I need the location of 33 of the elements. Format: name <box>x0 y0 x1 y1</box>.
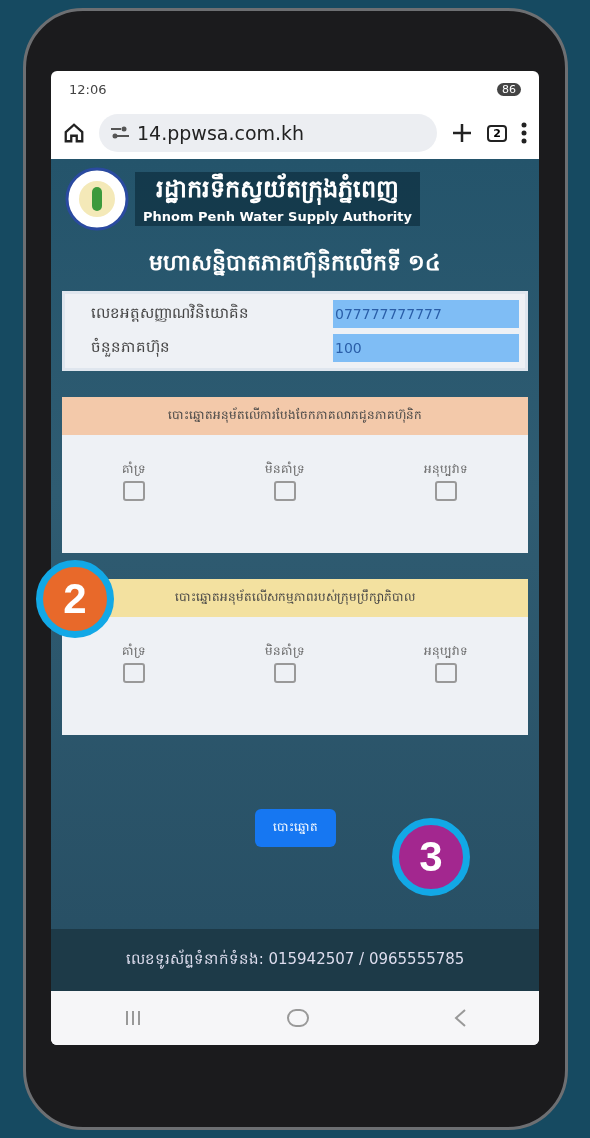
contact-footer: លេខទូរស័ព្ទទំនាក់ទំនង: 015942507 / 0965555785 <box>51 929 539 991</box>
address-bar[interactable]: 14.ppwsa.com.kh <box>99 114 438 152</box>
option-label: គាំទ្រ <box>121 461 146 478</box>
logo-icon <box>65 167 129 231</box>
option-label: អនុប្បវាទ <box>424 461 469 479</box>
status-time: 12:06 <box>69 81 107 97</box>
checkbox[interactable] <box>122 481 145 501</box>
input-field[interactable]: 077777777777 <box>333 300 519 328</box>
option-label: មិនគាំទ្រ <box>265 643 305 660</box>
vote-button[interactable]: បោះឆ្នោត <box>254 809 336 847</box>
input-field[interactable]: 100 <box>333 334 519 362</box>
organization-name-english: Phnom Penh Water Supply Authority <box>143 209 412 224</box>
page-title: មហាសន្និបាតភាគហ៊ុនិកលើកទី ១៤ <box>148 249 442 281</box>
option-label: អនុប្បវាទ <box>424 643 469 661</box>
checkbox[interactable] <box>435 663 458 683</box>
field-label: ចំនួនភាគហ៊ុន <box>90 337 171 359</box>
vote-question: បោះឆ្នោតអនុម័តលើការបែងចែកភាគលាភជូនភាគហ៊ុនិក <box>62 397 528 435</box>
more-menu-icon[interactable] <box>521 122 527 144</box>
recent-apps-icon[interactable] <box>123 1010 142 1026</box>
organization-name-khmer: រដ្ឋាករទឹកស្វយ័តក្រុងភ្នំពេញ <box>156 174 399 207</box>
option-label: មិនគាំទ្រ <box>265 461 305 478</box>
checkbox[interactable] <box>274 663 296 683</box>
field-label: លេខអត្តសញ្ញាណវិនិយោគិន <box>90 303 250 324</box>
back-icon[interactable] <box>454 1009 467 1027</box>
site-settings-icon[interactable] <box>111 126 129 140</box>
home-icon[interactable] <box>63 122 85 144</box>
option-label: គាំទ្រ <box>121 643 146 660</box>
checkbox[interactable] <box>435 481 458 501</box>
battery-level: 86 <box>497 82 521 96</box>
tab-count-button[interactable]: 2 <box>487 124 507 142</box>
checkbox[interactable] <box>274 481 296 501</box>
plus-icon[interactable] <box>451 122 474 144</box>
checkbox[interactable] <box>122 663 145 683</box>
